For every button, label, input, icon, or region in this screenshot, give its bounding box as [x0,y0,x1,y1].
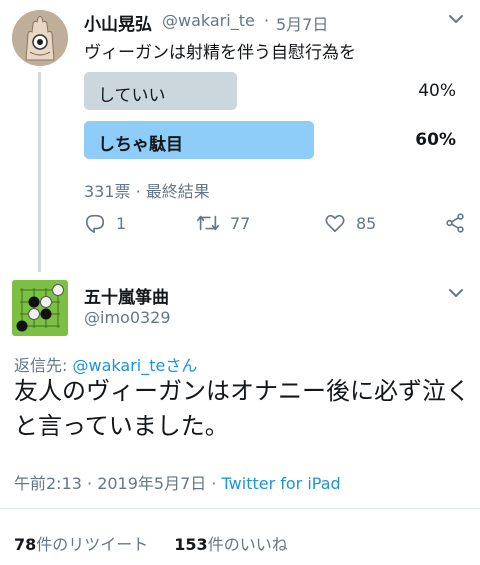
replying-to: 返信先: @wakari_teさん [14,352,197,376]
reply-author-name[interactable]: 五十嵐箏曲 [84,283,169,308]
reply-text: 友人のヴィーガンはオナニー後に必ず泣くと言っていました。 [14,377,470,440]
likes-label: 件のいいね [207,535,288,554]
retweets-stat[interactable]: 78件のリツイート [14,535,148,554]
replying-to-suffix: さん [165,356,198,375]
retweets-label: 件のリツイート [36,535,149,554]
reply-meta: 午前2:13 · 2019年5月7日 · Twitter for iPad [14,470,341,494]
like-button[interactable]: 85 [324,212,376,234]
like-count: 85 [356,213,377,233]
tweet-date[interactable]: 5月7日 [276,11,328,35]
likes-count: 153 [174,535,208,554]
retweet-icon [197,215,219,231]
poll-option-label: していい [98,86,166,106]
poll-option-label: しちゃ駄目 [98,135,183,155]
likes-stat[interactable]: 153件のいいね [174,535,287,554]
reply-count: 1 [116,213,127,233]
retweets-count: 78 [14,535,37,554]
reply-timestamp: 午前2:13 · 2019年5月7日 · [14,474,222,493]
reply-button[interactable]: 1 [84,212,126,234]
author-avatar[interactable] [12,10,68,66]
tweet-text: ヴィーガンは射精を伴う自慰行為を [84,43,356,63]
client-link[interactable]: Twitter for iPad [222,474,341,493]
chevron-down-icon[interactable] [448,14,464,24]
author-handle[interactable]: @wakari_te [162,11,255,30]
reply-author-handle[interactable]: @imo0329 [84,308,171,327]
poll-option-percent: 60% [415,130,456,150]
engagement-stats: 78件のリツイート 153件のいいね [14,531,288,555]
divider [0,508,480,509]
retweet-count: 77 [230,213,251,233]
avatar-hand-eye-image [12,10,68,66]
like-icon [325,214,345,233]
avatar-go-board-image [12,280,68,336]
replying-to-prefix: 返信先: [14,356,73,375]
thread-connector-line [38,72,41,272]
reply-icon [85,214,105,233]
poll-option-percent: 40% [418,81,456,101]
share-icon [446,213,464,233]
chevron-down-icon[interactable] [448,288,464,298]
meta-separator: · [264,11,270,30]
author-name[interactable]: 小山晃弘 [84,10,152,35]
retweet-button[interactable]: 77 [196,212,250,234]
replying-to-link[interactable]: @wakari_te [72,356,165,375]
share-button[interactable] [444,212,466,234]
reply-author-avatar[interactable] [12,280,68,336]
poll-meta: 331票 · 最終結果 [84,182,210,201]
